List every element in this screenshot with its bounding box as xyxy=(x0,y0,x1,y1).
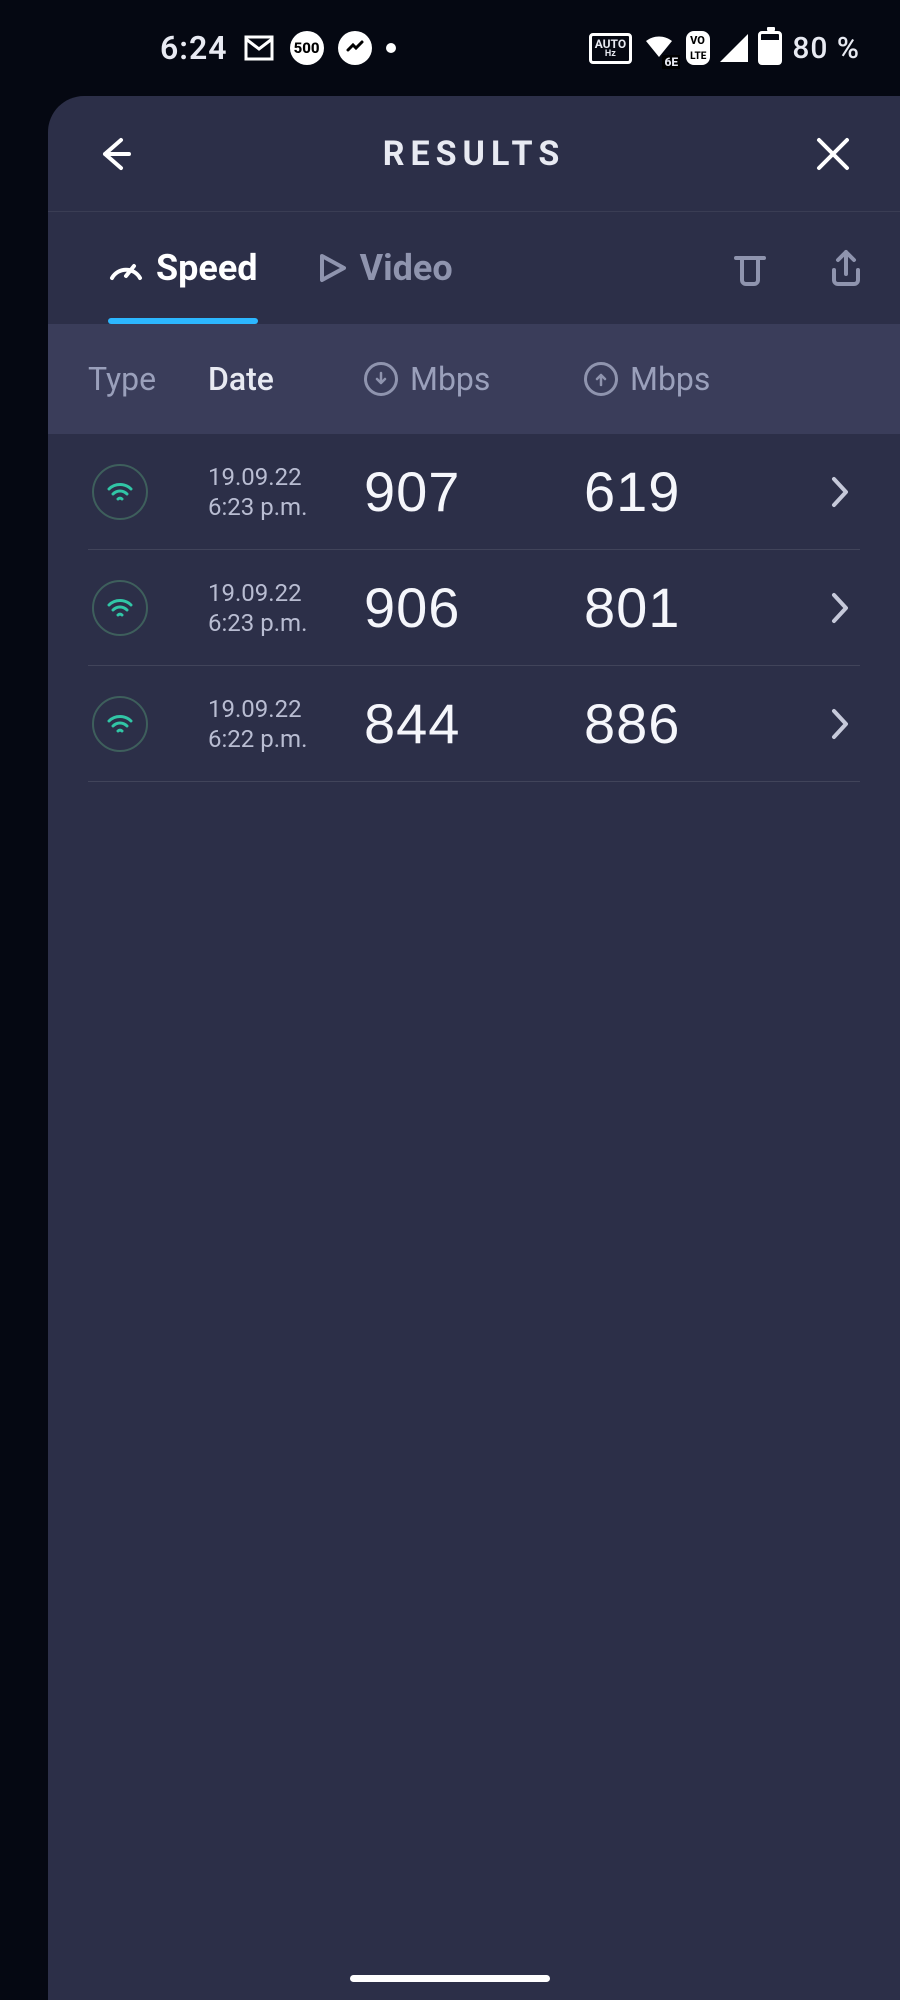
trash-icon xyxy=(730,248,770,288)
status-right: AUTO Hz 6E VOLTE 80 % xyxy=(589,31,860,66)
tab-video[interactable]: Video xyxy=(316,212,453,324)
col-date[interactable]: Date xyxy=(208,360,364,398)
result-row[interactable]: 19.09.22 6:22 p.m. 844 886 xyxy=(88,666,860,782)
result-download: 907 xyxy=(364,459,584,524)
col-download-label: Mbps xyxy=(410,360,490,398)
card-header: RESULTS xyxy=(48,96,900,212)
chevron-right-icon xyxy=(820,707,860,741)
wifi-icon xyxy=(92,696,148,752)
gauge-icon xyxy=(108,250,144,286)
result-row[interactable]: 19.09.22 6:23 p.m. 907 619 xyxy=(88,434,860,550)
chevron-right-icon xyxy=(820,591,860,625)
results-card: RESULTS Speed Video xyxy=(48,96,900,2000)
notification-dot-icon xyxy=(386,43,396,53)
result-upload: 619 xyxy=(584,459,820,524)
messenger-icon xyxy=(338,31,372,65)
tab-speed-label: Speed xyxy=(156,247,258,289)
close-button[interactable] xyxy=(806,127,860,181)
result-download: 906 xyxy=(364,575,584,640)
back-button[interactable] xyxy=(88,127,142,181)
tabs-row: Speed Video xyxy=(48,212,900,324)
wifi-icon xyxy=(92,464,148,520)
battery-percent: 80 % xyxy=(792,31,860,66)
upload-icon xyxy=(584,362,618,396)
status-left: 6:24 500 xyxy=(160,29,396,67)
signal-icon xyxy=(720,34,748,62)
status-time: 6:24 xyxy=(160,29,228,67)
result-date: 19.09.22 6:22 p.m. xyxy=(208,694,364,754)
result-row[interactable]: 19.09.22 6:23 p.m. 906 801 xyxy=(88,550,860,666)
result-type xyxy=(88,696,208,752)
status-bar: 6:24 500 AUTO Hz 6E VOLTE 80 % xyxy=(0,0,900,96)
refresh-rate-icon: AUTO Hz xyxy=(589,33,632,64)
column-header: Type Date Mbps Mbps xyxy=(48,324,900,434)
volte-icon: VOLTE xyxy=(686,31,710,65)
col-download[interactable]: Mbps xyxy=(364,360,584,398)
gmail-icon xyxy=(242,31,276,65)
close-icon xyxy=(813,134,853,174)
wifi-icon xyxy=(92,580,148,636)
col-type[interactable]: Type xyxy=(88,360,208,398)
download-icon xyxy=(364,362,398,396)
result-upload: 801 xyxy=(584,575,820,640)
app-pill-icon: 500 xyxy=(290,31,324,65)
result-upload: 886 xyxy=(584,691,820,756)
wifi6e-icon: 6E xyxy=(642,31,676,65)
delete-button[interactable] xyxy=(726,244,774,292)
col-upload-label: Mbps xyxy=(630,360,710,398)
col-upload[interactable]: Mbps xyxy=(584,360,860,398)
battery-icon xyxy=(758,31,782,65)
result-type xyxy=(88,580,208,636)
arrow-left-icon xyxy=(93,132,137,176)
tab-speed[interactable]: Speed xyxy=(108,212,258,324)
home-indicator[interactable] xyxy=(350,1975,550,1982)
result-download: 844 xyxy=(364,691,584,756)
tab-video-label: Video xyxy=(360,247,453,289)
tabs-actions xyxy=(726,244,870,292)
play-icon xyxy=(316,252,348,284)
results-list: 19.09.22 6:23 p.m. 907 619 19.09.22 6:23… xyxy=(48,434,900,782)
result-type xyxy=(88,464,208,520)
share-icon xyxy=(826,248,866,288)
chevron-right-icon xyxy=(820,475,860,509)
result-date: 19.09.22 6:23 p.m. xyxy=(208,578,364,638)
page-title: RESULTS xyxy=(142,134,806,174)
share-button[interactable] xyxy=(822,244,870,292)
result-date: 19.09.22 6:23 p.m. xyxy=(208,462,364,522)
